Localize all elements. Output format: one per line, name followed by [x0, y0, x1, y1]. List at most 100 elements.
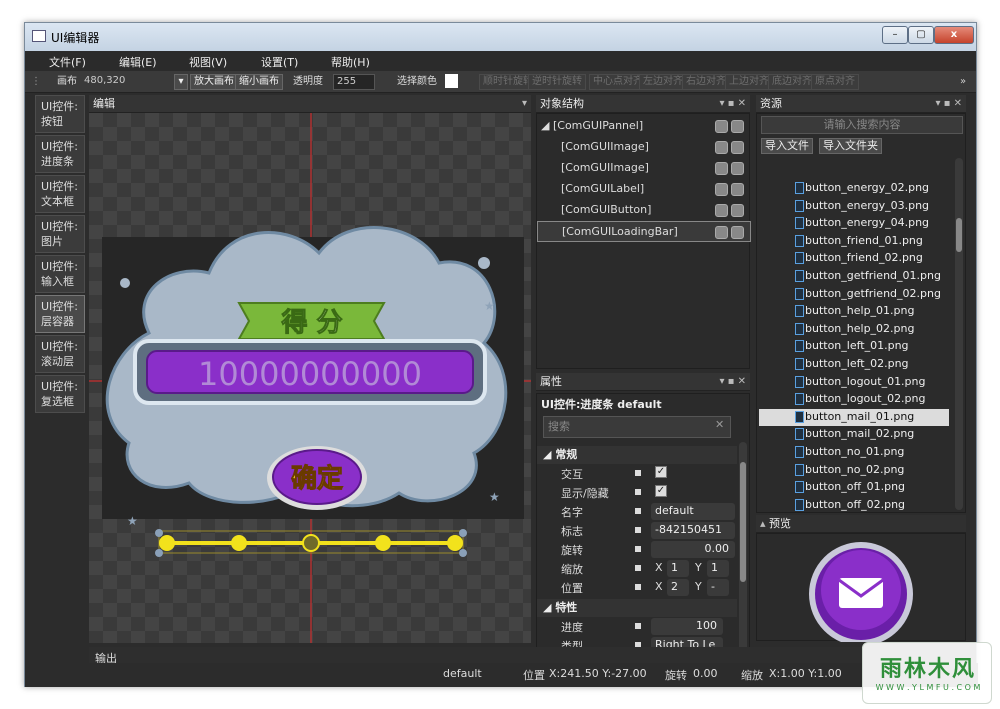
widget-button[interactable]: UI控件: 按钮: [35, 95, 85, 133]
collapse-icon[interactable]: ◢: [537, 601, 551, 614]
asset-file-item[interactable]: button_no_01.png: [759, 444, 949, 461]
minimize-button[interactable]: –: [882, 26, 908, 44]
asset-file-item[interactable]: button_mail_01.png: [759, 408, 949, 426]
maximize-button[interactable]: ▢: [908, 26, 934, 44]
align-origin-button[interactable]: 原点对齐: [811, 74, 859, 90]
asset-file-item[interactable]: button_energy_04.png: [759, 215, 949, 232]
asset-file-item[interactable]: button_no_02.png: [759, 462, 949, 479]
widget-progressbar[interactable]: UI控件: 进度条: [35, 135, 85, 173]
pos-y-spinbox[interactable]: -: [707, 579, 729, 596]
toolbar-overflow-icon[interactable]: »: [960, 74, 966, 90]
menu-file[interactable]: 文件(F): [49, 54, 86, 70]
widget-textbox[interactable]: UI控件: 文本框: [35, 175, 85, 213]
align-bottom-button[interactable]: 底边对齐: [768, 74, 816, 90]
collapse-icon[interactable]: ◢: [537, 448, 551, 461]
prop-marker: [635, 489, 641, 495]
eye-icon[interactable]: [715, 120, 728, 133]
panel-controls-icon[interactable]: ▾ ▪ ✕: [935, 95, 962, 112]
lock-icon[interactable]: [731, 141, 744, 154]
canvas-size-select[interactable]: 480,320: [81, 74, 189, 90]
scrollbar-thumb[interactable]: [740, 462, 746, 582]
rotate-input[interactable]: 0.00: [651, 541, 735, 558]
name-input[interactable]: default: [651, 503, 735, 520]
align-top-button[interactable]: 上边对齐: [725, 74, 773, 90]
lock-icon[interactable]: [731, 120, 744, 133]
collapse-icon[interactable]: ▴: [760, 517, 766, 530]
color-swatch[interactable]: [445, 74, 458, 88]
opacity-input[interactable]: 255: [333, 74, 375, 90]
close-button[interactable]: x: [934, 26, 974, 44]
tree-item[interactable]: [ComGUILabel]: [537, 179, 751, 200]
eye-icon[interactable]: [715, 226, 728, 239]
tree-item-selected[interactable]: [ComGUILoadingBar]: [537, 221, 751, 242]
asset-file-item[interactable]: button_left_01.png: [759, 338, 949, 355]
asset-file-item[interactable]: button_friend_01.png: [759, 233, 949, 250]
widget-image[interactable]: UI控件: 图片: [35, 215, 85, 253]
lock-icon[interactable]: [731, 204, 744, 217]
import-file-button[interactable]: 导入文件: [761, 138, 813, 154]
asset-file-item[interactable]: button_logout_02.png: [759, 391, 949, 408]
asset-file-name: button_energy_04.png: [805, 216, 930, 230]
rotate-ccw-button[interactable]: 逆时针旋转: [528, 74, 586, 90]
widget-layer[interactable]: UI控件: 层容器: [35, 295, 85, 333]
editor-canvas[interactable]: 得 分 10000000000 确定 ★ ★ ★: [89, 113, 531, 643]
asset-file-item[interactable]: button_mail_02.png: [759, 426, 949, 443]
section-special[interactable]: ◢ 特性: [537, 599, 737, 617]
eye-icon[interactable]: [715, 162, 728, 175]
tree-item[interactable]: [ComGUIImage]: [537, 137, 751, 158]
progress-spinbox[interactable]: 100: [651, 618, 723, 635]
align-left-button[interactable]: 左边对齐: [639, 74, 687, 90]
title-bar[interactable]: UI编辑器 – ▢ x: [25, 23, 976, 51]
eye-icon[interactable]: [715, 141, 728, 154]
asset-file-item[interactable]: button_left_02.png: [759, 356, 949, 373]
menu-help[interactable]: 帮助(H): [331, 54, 370, 70]
import-folder-button[interactable]: 导入文件夹: [819, 138, 882, 154]
chevron-down-icon[interactable]: ▾: [174, 74, 188, 90]
tree-item[interactable]: [ComGUIImage]: [537, 158, 751, 179]
asset-search-input[interactable]: 请输入搜索内容: [761, 116, 963, 134]
zoom-in-button[interactable]: 放大画布: [190, 74, 238, 90]
asset-file-item[interactable]: button_help_01.png: [759, 303, 949, 320]
section-general[interactable]: ◢ 常规: [537, 446, 737, 464]
lock-icon[interactable]: [731, 226, 744, 239]
asset-file-item[interactable]: button_off_01.png: [759, 479, 949, 496]
panel-controls-icon[interactable]: ▾ ▪ ✕: [719, 373, 746, 390]
scale-y-spinbox[interactable]: 1: [707, 560, 729, 577]
asset-file-item[interactable]: button_getfriend_01.png: [759, 268, 949, 285]
panel-controls-icon[interactable]: ▾ ▪ ✕: [719, 95, 746, 112]
clear-icon[interactable]: ✕: [715, 418, 724, 431]
lock-icon[interactable]: [731, 162, 744, 175]
asset-file-item[interactable]: button_energy_03.png: [759, 198, 949, 215]
assets-scrollbar[interactable]: [955, 158, 963, 510]
asset-file-item[interactable]: button_energy_02.png: [759, 180, 949, 197]
props-scrollbar[interactable]: [739, 442, 747, 652]
tree-item[interactable]: [ComGUIButton]: [537, 200, 751, 221]
expand-icon[interactable]: ◢: [541, 119, 553, 132]
pos-x-spinbox[interactable]: 2: [667, 579, 689, 596]
asset-file-item[interactable]: button_off_02.png: [759, 497, 949, 512]
asset-file-item[interactable]: button_friend_02.png: [759, 250, 949, 267]
visible-checkbox[interactable]: ✓: [655, 485, 667, 497]
asset-file-item[interactable]: button_help_02.png: [759, 321, 949, 338]
scrollbar-thumb[interactable]: [956, 218, 962, 252]
asset-file-item[interactable]: button_getfriend_02.png: [759, 286, 949, 303]
menu-settings[interactable]: 设置(T): [261, 54, 298, 70]
tag-input[interactable]: -842150451: [651, 522, 735, 539]
lock-icon[interactable]: [731, 183, 744, 196]
interact-checkbox[interactable]: ✓: [655, 466, 667, 478]
align-right-button[interactable]: 右边对齐: [682, 74, 730, 90]
eye-icon[interactable]: [715, 204, 728, 217]
widget-checkbox[interactable]: UI控件: 复选框: [35, 375, 85, 413]
widget-scrollview[interactable]: UI控件: 滚动层: [35, 335, 85, 373]
file-icon: [795, 498, 804, 511]
menu-edit[interactable]: 编辑(E): [119, 54, 157, 70]
tree-item[interactable]: ◢ [ComGUIPannel]: [537, 116, 751, 137]
eye-icon[interactable]: [715, 183, 728, 196]
dropdown-icon[interactable]: ▾: [522, 95, 527, 112]
widget-input[interactable]: UI控件: 输入框: [35, 255, 85, 293]
scale-x-spinbox[interactable]: 1: [667, 560, 689, 577]
asset-file-item[interactable]: button_logout_01.png: [759, 374, 949, 391]
props-search-input[interactable]: 搜索: [543, 416, 731, 438]
zoom-out-button[interactable]: 缩小画布: [235, 74, 283, 90]
menu-view[interactable]: 视图(V): [189, 54, 227, 70]
